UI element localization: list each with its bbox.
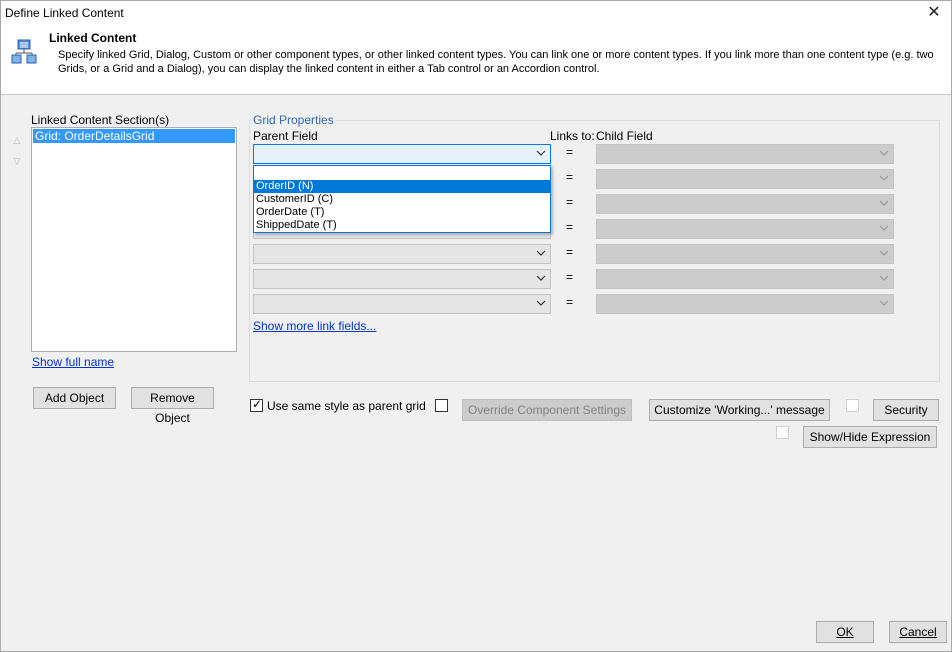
header-title: Linked Content bbox=[49, 31, 137, 45]
equals-sign: = bbox=[566, 270, 574, 284]
chevron-down-icon bbox=[879, 300, 889, 306]
use-same-style-checkbox[interactable]: ✓ bbox=[250, 397, 263, 412]
chevron-down-icon bbox=[536, 150, 546, 156]
sections-label: Linked Content Section(s) bbox=[31, 113, 170, 127]
ok-button-label: OK bbox=[836, 625, 854, 639]
show-hide-expression-button[interactable]: Show/Hide Expression bbox=[803, 426, 937, 448]
equals-sign: = bbox=[566, 195, 574, 209]
header-description: Specify linked Grid, Dialog, Custom or o… bbox=[58, 49, 934, 75]
title-bar: Define Linked Content ✕ bbox=[1, 1, 951, 27]
child-field-label: Child Field bbox=[596, 129, 653, 143]
child-field-select-7[interactable] bbox=[596, 294, 894, 314]
ok-button[interactable]: OK bbox=[816, 621, 874, 643]
parent-field-select-5[interactable] bbox=[253, 244, 551, 264]
dropdown-option-selected[interactable]: OrderID (N) bbox=[254, 180, 550, 193]
dropdown-option[interactable] bbox=[254, 167, 550, 180]
check-icon: ✓ bbox=[252, 397, 263, 411]
move-up-icon[interactable]: △ bbox=[11, 135, 23, 145]
override-checkbox[interactable] bbox=[435, 399, 448, 412]
equals-sign: = bbox=[566, 220, 574, 234]
remove-object-button[interactable]: Remove Object bbox=[131, 387, 214, 425]
linked-content-icon bbox=[11, 39, 37, 64]
parent-field-select-1[interactable] bbox=[253, 144, 551, 164]
close-icon[interactable]: ✕ bbox=[925, 4, 943, 22]
child-field-select-3[interactable] bbox=[596, 194, 894, 214]
parent-field-dropdown-list[interactable]: OrderID (N) CustomerID (C) OrderDate (T)… bbox=[253, 165, 551, 233]
customize-working-message-button[interactable]: Customize 'Working...' message bbox=[649, 399, 830, 421]
chevron-down-icon bbox=[536, 275, 546, 281]
grid-properties-title: Grid Properties bbox=[252, 113, 335, 127]
show-hide-checkbox[interactable] bbox=[776, 426, 789, 439]
chevron-down-icon bbox=[879, 150, 889, 156]
move-down-icon[interactable]: ▽ bbox=[11, 156, 23, 166]
show-full-name-link[interactable]: Show full name bbox=[32, 355, 114, 369]
cancel-button[interactable]: Cancel bbox=[889, 621, 947, 643]
header-panel: Linked Content Specify linked Grid, Dial… bbox=[1, 27, 951, 95]
use-same-style-label: Use same style as parent grid bbox=[267, 399, 426, 413]
chevron-down-icon bbox=[879, 200, 889, 206]
equals-sign: = bbox=[566, 295, 574, 309]
parent-field-select-6[interactable] bbox=[253, 269, 551, 289]
child-field-select-2[interactable] bbox=[596, 169, 894, 189]
chevron-down-icon bbox=[879, 275, 889, 281]
child-field-select-1[interactable] bbox=[596, 144, 894, 164]
list-item[interactable]: Grid: OrderDetailsGrid bbox=[33, 129, 235, 143]
add-object-button[interactable]: Add Object bbox=[33, 387, 116, 409]
parent-field-select-7[interactable] bbox=[253, 294, 551, 314]
child-field-select-4[interactable] bbox=[596, 219, 894, 239]
dropdown-option[interactable]: CustomerID (C) bbox=[254, 193, 550, 206]
dialog-window: Define Linked Content ✕ Linked Content S… bbox=[0, 0, 952, 652]
parent-field-label: Parent Field bbox=[253, 129, 318, 143]
window-title: Define Linked Content bbox=[5, 6, 124, 20]
dropdown-option[interactable]: OrderDate (T) bbox=[254, 206, 550, 219]
sections-listbox[interactable]: Grid: OrderDetailsGrid bbox=[31, 127, 237, 352]
security-checkbox[interactable] bbox=[846, 399, 859, 412]
chevron-down-icon bbox=[879, 250, 889, 256]
equals-sign: = bbox=[566, 145, 574, 159]
chevron-down-icon bbox=[536, 250, 546, 256]
cancel-button-label: Cancel bbox=[899, 625, 937, 639]
links-to-label: Links to: bbox=[550, 129, 595, 143]
dropdown-option[interactable]: ShippedDate (T) bbox=[254, 219, 550, 232]
equals-sign: = bbox=[566, 245, 574, 259]
equals-sign: = bbox=[566, 170, 574, 184]
chevron-down-icon bbox=[879, 225, 889, 231]
child-field-select-5[interactable] bbox=[596, 244, 894, 264]
override-component-settings-button[interactable]: Override Component Settings bbox=[462, 399, 632, 421]
chevron-down-icon bbox=[879, 175, 889, 181]
chevron-down-icon bbox=[536, 300, 546, 306]
show-more-link-fields[interactable]: Show more link fields... bbox=[253, 319, 376, 333]
security-button[interactable]: Security bbox=[873, 399, 939, 421]
child-field-select-6[interactable] bbox=[596, 269, 894, 289]
